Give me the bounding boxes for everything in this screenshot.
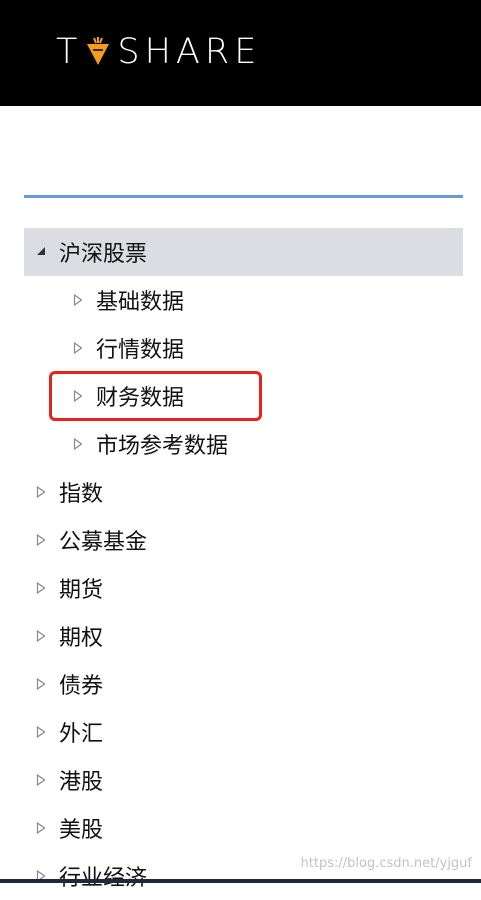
sidebar-tree: 沪深股票 基础数据 行情数据 财务数据 市场参考数据 指数 公募基金 期货 期权… [24, 228, 463, 900]
nav-item-label: 债券 [59, 674, 104, 699]
nav-item-label: 行情数据 [96, 338, 185, 363]
nav-item-label: 基础数据 [96, 290, 185, 315]
triangle-right-icon[interactable] [34, 822, 48, 834]
nav-item-label: 美股 [59, 818, 104, 843]
nav-item-index[interactable]: 指数 [24, 468, 463, 516]
nav-item-basic-data[interactable]: 基础数据 [24, 276, 463, 324]
nav-item-label: 公募基金 [59, 530, 148, 555]
nav-item-label: 沪深股票 [59, 242, 148, 267]
nav-item-forex[interactable]: 外汇 [24, 708, 463, 756]
site-header: T SHARE [0, 0, 481, 106]
triangle-right-icon[interactable] [34, 678, 48, 690]
nav-item-label: 行业经济 [59, 860, 147, 892]
triangle-right-icon[interactable] [34, 582, 48, 594]
tushare-logo[interactable]: T SHARE [56, 30, 261, 74]
triangle-right-icon[interactable] [34, 726, 48, 738]
triangle-right-icon[interactable] [34, 486, 48, 498]
triangle-right-icon[interactable] [34, 534, 48, 546]
carrot-icon [85, 35, 111, 65]
nav-item-label: 期货 [59, 578, 104, 603]
logo-text-right: SHARE [117, 32, 262, 72]
search-divider [24, 195, 463, 198]
nav-item-market-reference-data[interactable]: 市场参考数据 [24, 420, 463, 468]
nav-item-quote-data[interactable]: 行情数据 [24, 324, 463, 372]
triangle-right-icon[interactable] [71, 294, 85, 306]
nav-item-public-funds[interactable]: 公募基金 [24, 516, 463, 564]
nav-item-hk-stocks[interactable]: 港股 [24, 756, 463, 804]
nav-item-us-stocks[interactable]: 美股 [24, 804, 463, 852]
nav-item-label: 指数 [59, 482, 104, 507]
nav-item-label: 期权 [59, 626, 104, 651]
nav-item-label: 外汇 [59, 722, 104, 747]
bottom-bar [0, 879, 481, 883]
triangle-right-icon[interactable] [34, 630, 48, 642]
triangle-right-icon[interactable] [71, 342, 85, 354]
triangle-down-icon[interactable] [34, 247, 48, 257]
nav-item-bonds[interactable]: 债券 [24, 660, 463, 708]
watermark-text: https://blog.csdn.net/yjguf [300, 856, 472, 871]
logo-text-left: T [56, 32, 82, 72]
nav-item-label: 市场参考数据 [96, 434, 229, 459]
nav-item-futures[interactable]: 期货 [24, 564, 463, 612]
nav-item-hushen-stocks[interactable]: 沪深股票 [24, 228, 463, 276]
nav-item-options[interactable]: 期权 [24, 612, 463, 660]
triangle-right-icon[interactable] [34, 774, 48, 786]
highlight-box [49, 371, 262, 421]
nav-item-label: 港股 [59, 770, 104, 795]
triangle-right-icon[interactable] [71, 438, 85, 450]
